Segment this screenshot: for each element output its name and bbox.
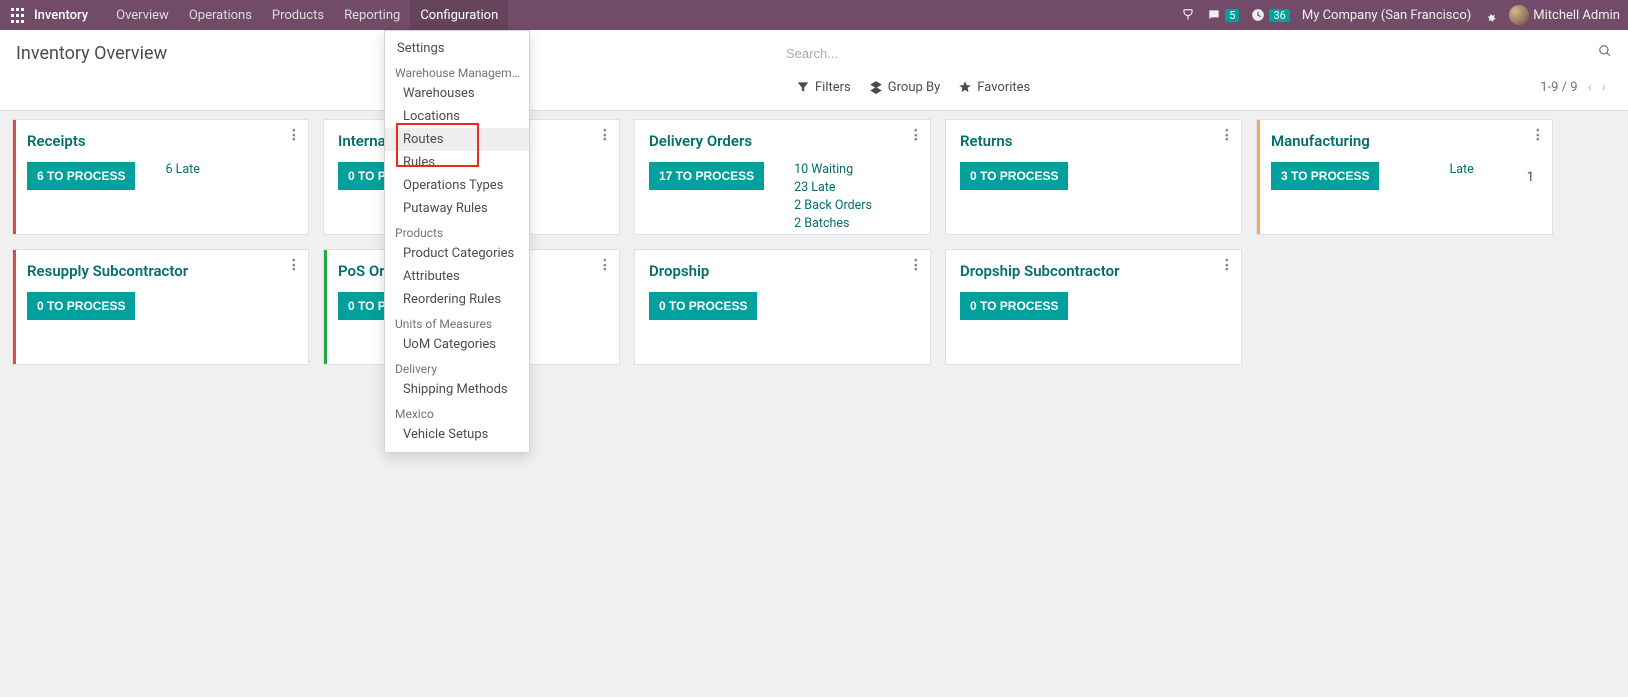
stat-batches[interactable]: 2 Batches [794, 216, 872, 231]
stat-late[interactable]: 23 Late [794, 180, 872, 195]
card-delivery-orders: Delivery Orders 17 TO PROCESS 10 Waiting… [634, 119, 931, 235]
stat-late-count: 1 [1527, 170, 1534, 185]
user-menu[interactable]: Mitchell Admin [1509, 5, 1620, 25]
filters-button[interactable]: Filters [796, 80, 851, 95]
dd-routes[interactable]: Routes [385, 128, 529, 151]
star-icon [958, 80, 972, 94]
card-manufacturing: Manufacturing 3 TO PROCESS Late 1 [1256, 119, 1553, 235]
card-title[interactable]: Resupply Subcontractor [27, 262, 294, 280]
search-input[interactable] [786, 42, 1590, 65]
company-switcher[interactable]: My Company (San Francisco) [1302, 8, 1471, 23]
groupby-button[interactable]: Group By [869, 80, 941, 95]
process-button[interactable]: 17 TO PROCESS [649, 162, 764, 190]
process-button[interactable]: 0 TO PROCESS [27, 292, 135, 320]
process-button[interactable]: 6 TO PROCESS [27, 162, 135, 190]
card-menu-icon[interactable] [914, 130, 918, 144]
dd-header-products: Products [385, 220, 529, 242]
card-title[interactable]: Receipts [27, 132, 294, 150]
dd-vehicle-setups[interactable]: Vehicle Setups [385, 423, 529, 446]
dd-uom-categories[interactable]: UoM Categories [385, 333, 529, 356]
kanban-view: Receipts 6 TO PROCESS 6 Late Internal Tr… [0, 111, 1628, 373]
dd-header-mexico: Mexico [385, 401, 529, 423]
menu-overview[interactable]: Overview [106, 0, 179, 30]
stat-waiting[interactable]: 10 Waiting [794, 162, 872, 177]
apps-icon[interactable] [8, 6, 26, 24]
dd-product-categories[interactable]: Product Categories [385, 242, 529, 265]
process-button[interactable]: 0 TO PROCESS [960, 162, 1068, 190]
menu-configuration[interactable]: Configuration [410, 0, 508, 30]
messages-badge: 5 [1225, 9, 1239, 22]
card-title[interactable]: Delivery Orders [649, 132, 916, 150]
dd-rules[interactable]: Rules [385, 151, 529, 174]
card-menu-icon[interactable] [1225, 130, 1229, 144]
menu-operations[interactable]: Operations [179, 0, 262, 30]
voip-icon[interactable] [1181, 8, 1195, 22]
stat-late-label[interactable]: Late [1449, 162, 1473, 177]
card-menu-icon[interactable] [603, 260, 607, 274]
user-name: Mitchell Admin [1533, 8, 1620, 23]
card-title[interactable]: Dropship [649, 262, 916, 280]
dd-locations[interactable]: Locations [385, 105, 529, 128]
pager-next[interactable]: › [1602, 79, 1606, 95]
card-menu-icon[interactable] [292, 130, 296, 144]
dd-putaway-rules[interactable]: Putaway Rules [385, 197, 529, 220]
dd-attributes[interactable]: Attributes [385, 265, 529, 288]
topbar: Inventory Overview Operations Products R… [0, 0, 1628, 30]
menu-reporting[interactable]: Reporting [334, 0, 410, 30]
card-dropship: Dropship 0 TO PROCESS [634, 249, 931, 365]
favorites-button[interactable]: Favorites [958, 80, 1030, 95]
card-dropship-subcontractor: Dropship Subcontractor 0 TO PROCESS [945, 249, 1242, 365]
control-panel: Inventory Overview Filters Group By Favo… [0, 30, 1628, 111]
process-button[interactable]: 0 TO PROCESS [960, 292, 1068, 320]
card-resupply-subcontractor: Resupply Subcontractor 0 TO PROCESS [12, 249, 309, 365]
process-button[interactable]: 0 TO PROCESS [649, 292, 757, 320]
stat-late[interactable]: 6 Late [165, 162, 199, 177]
dd-shipping-methods[interactable]: Shipping Methods [385, 378, 529, 401]
favorites-label: Favorites [977, 80, 1030, 95]
dd-header-delivery: Delivery [385, 356, 529, 378]
stat-backorders[interactable]: 2 Back Orders [794, 198, 872, 213]
pager-text[interactable]: 1-9 / 9 [1540, 80, 1577, 95]
card-receipts: Receipts 6 TO PROCESS 6 Late [12, 119, 309, 235]
systray: 5 36 My Company (San Francisco) Mitchell… [1181, 5, 1620, 25]
card-menu-icon[interactable] [292, 260, 296, 274]
messages-icon[interactable]: 5 [1207, 8, 1239, 22]
configuration-dropdown: Settings Warehouse Management Warehouses… [384, 30, 530, 453]
card-menu-icon[interactable] [603, 130, 607, 144]
process-button[interactable]: 3 TO PROCESS [1271, 162, 1379, 190]
activities-badge: 36 [1269, 9, 1289, 22]
dd-header-warehouse: Warehouse Management [385, 60, 529, 82]
groupby-label: Group By [888, 80, 941, 95]
filters-label: Filters [815, 80, 851, 95]
card-menu-icon[interactable] [1225, 260, 1229, 274]
dd-settings[interactable]: Settings [385, 37, 529, 60]
card-title[interactable]: Returns [960, 132, 1227, 150]
avatar [1509, 5, 1529, 25]
search-icon[interactable] [1598, 44, 1612, 62]
filter-icon [796, 80, 810, 94]
dd-warehouses[interactable]: Warehouses [385, 82, 529, 105]
dd-reordering-rules[interactable]: Reordering Rules [385, 288, 529, 311]
card-returns: Returns 0 TO PROCESS [945, 119, 1242, 235]
pager-prev[interactable]: ‹ [1588, 79, 1592, 95]
card-title[interactable]: Dropship Subcontractor [960, 262, 1227, 280]
card-menu-icon[interactable] [914, 260, 918, 274]
layers-icon [869, 80, 883, 94]
card-title[interactable]: Manufacturing [1271, 132, 1538, 150]
app-brand[interactable]: Inventory [34, 8, 88, 23]
debug-icon[interactable] [1483, 8, 1497, 22]
menu-products[interactable]: Products [262, 0, 334, 30]
pager: 1-9 / 9 ‹ › [1540, 79, 1606, 95]
card-menu-icon[interactable] [1536, 130, 1540, 144]
activities-icon[interactable]: 36 [1251, 8, 1289, 22]
dd-header-uom: Units of Measures [385, 311, 529, 333]
dd-operations-types[interactable]: Operations Types [385, 174, 529, 197]
